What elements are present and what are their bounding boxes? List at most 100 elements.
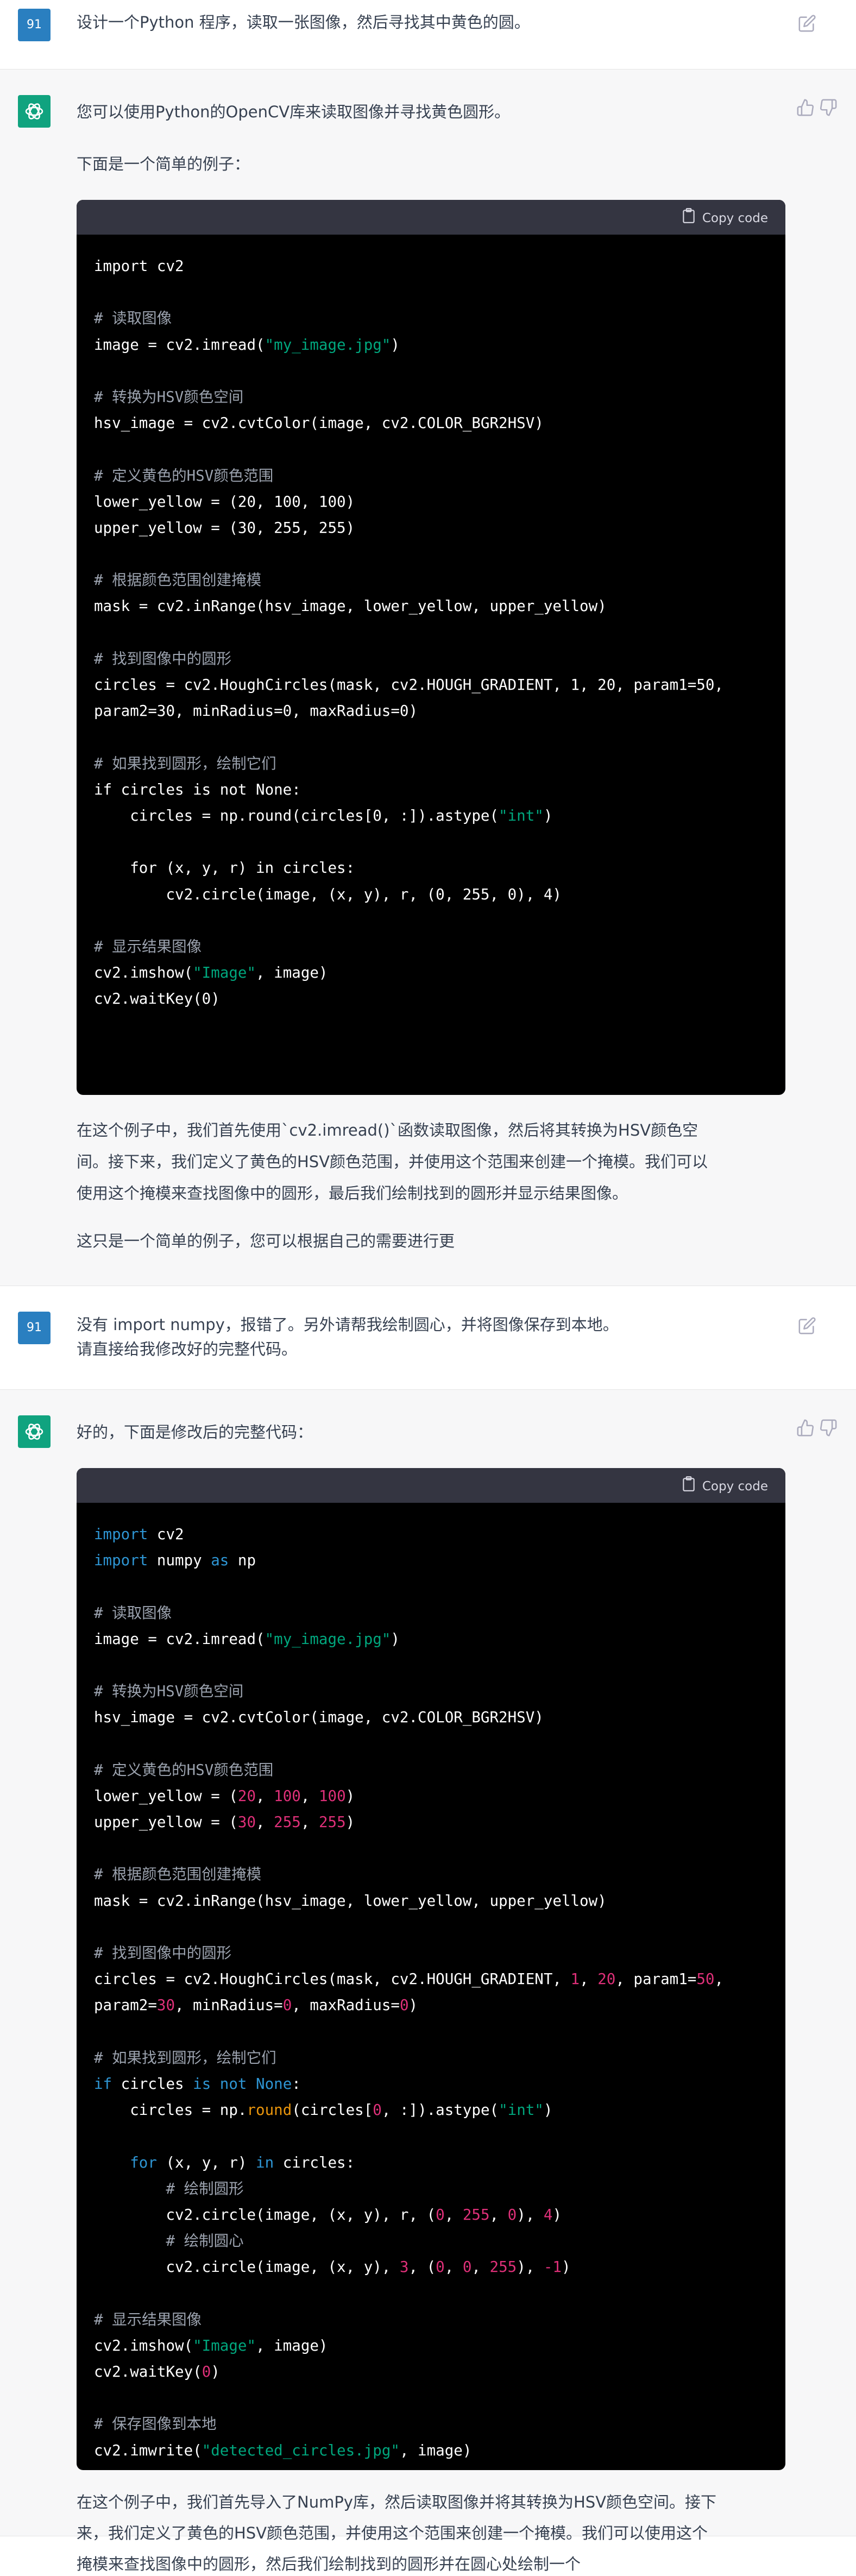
- code-line: import cv2: [94, 257, 184, 275]
- assistant-lead: 下面是一个简单的例子：: [77, 155, 250, 173]
- code-line: if circles is not None:: [94, 2075, 301, 2093]
- assistant-message-2: 好的，下面是修改后的完整代码： Copy code import cv2 impo…: [0, 1390, 856, 2573]
- code-line: # 找到图像中的圆形: [94, 650, 232, 667]
- clipboard-icon: [682, 1476, 696, 1498]
- code-line: circles = cv2.HoughCircles(mask, cv2.HOU…: [94, 676, 723, 694]
- code-line: cv2.imshow("Image", image): [94, 2336, 328, 2354]
- user-message-text: 设计一个Python 程序，读取一张图像，然后寻找其中黄色的圆。: [77, 13, 530, 32]
- code-line: param2=30, minRadius=0, maxRadius=0): [94, 702, 418, 720]
- assistant-message-1-tail: 这只是一个简单的例子，您可以根据自己的需要进行更: [0, 1218, 856, 1286]
- code-line: cv2.waitKey(0): [94, 990, 220, 1008]
- code-line: mask = cv2.inRange(hsv_image, lower_yell…: [94, 1892, 607, 1910]
- code-line: for (x, y, r) in circles:: [94, 859, 355, 877]
- code-line: # 定义黄色的HSV颜色范围: [94, 1761, 274, 1779]
- thumbs-up-icon[interactable]: [796, 1419, 815, 1437]
- code-line: upper_yellow = (30, 255, 255): [94, 519, 355, 537]
- code-line: # 转换为HSV颜色空间: [94, 1683, 244, 1700]
- code-line: import numpy as np: [94, 1552, 256, 1570]
- code-line: # 保存图像到本地: [94, 2415, 217, 2433]
- openai-logo-icon: [25, 1424, 43, 1440]
- code-line: import cv2: [94, 1526, 184, 1543]
- user-message-2: 91 没有 import numpy，报错了。另外请帮我绘制圆心，并将图像保存到…: [0, 1286, 856, 1390]
- copy-code-button[interactable]: Copy code: [682, 207, 768, 227]
- copy-code-label: Copy code: [702, 211, 768, 225]
- code-line: cv2.imwrite("detected_circles.jpg", imag…: [94, 2441, 472, 2459]
- code-line: image = cv2.imread("my_image.jpg"): [94, 1630, 400, 1648]
- assistant-avatar: [18, 95, 51, 128]
- code-line: # 读取图像: [94, 310, 172, 327]
- explanation-line-2: 间。接下来，我们定义了黄色的HSV颜色范围，并使用这个范围来创建一个掩模。我们可…: [77, 1152, 708, 1171]
- code-line: # 读取图像: [94, 1604, 172, 1622]
- code-line: image = cv2.imread("my_image.jpg"): [94, 336, 400, 354]
- user-message-line-2: 请直接给我修改好的完整代码。: [77, 1340, 298, 1358]
- code-line: hsv_image = cv2.cvtColor(image, cv2.COLO…: [94, 414, 544, 432]
- edit-icon[interactable]: [798, 14, 816, 33]
- explanation-line-3: 掩模来查找图像中的圆形，然后我们绘制找到的圆形并在圆心处绘制一个: [77, 2555, 581, 2573]
- code-line: # 显示结果图像: [94, 937, 202, 955]
- thumbs-down-icon[interactable]: [819, 1419, 838, 1437]
- copy-code-label: Copy code: [702, 1479, 768, 1494]
- thumbs-down-icon[interactable]: [819, 98, 838, 117]
- code-content: import cv2 import numpy as np # 读取图像 image …: [77, 1503, 785, 2464]
- code-line: # 找到图像中的圆形: [94, 1944, 232, 1962]
- code-line: circles = np.round(circles[0, :]).astype…: [94, 2101, 553, 2119]
- user-message-line-1: 没有 import numpy，报错了。另外请帮我绘制圆心，并将图像保存到本地。: [77, 1315, 619, 1334]
- code-line: upper_yellow = (30, 255, 255): [94, 1813, 355, 1831]
- code-line: cv2.circle(image, (x, y), r, (0, 255, 0)…: [94, 2206, 562, 2224]
- thumbs-up-icon[interactable]: [796, 98, 815, 117]
- code-block-2: Copy code import cv2 import numpy as np # …: [77, 1468, 785, 2470]
- code-line: # 定义黄色的HSV颜色范围: [94, 467, 274, 484]
- code-line: param2=30, minRadius=0, maxRadius=0): [94, 1996, 418, 2014]
- openai-logo-icon: [25, 103, 43, 119]
- explanation-paragraph-2: 这只是一个简单的例子，您可以根据自己的需要进行更: [77, 1232, 455, 1250]
- code-line: mask = cv2.inRange(hsv_image, lower_yell…: [94, 597, 607, 615]
- code-line: cv2.imshow("Image", image): [94, 964, 328, 982]
- code-line: # 显示结果图像: [94, 2310, 202, 2328]
- user-avatar: 91: [18, 9, 51, 41]
- code-line: cv2.circle(image, (x, y), 3, (0, 0, 255)…: [94, 2258, 571, 2276]
- explanation-line-1: 在这个例子中，我们首先导入了NumPy库，然后读取图像并将其转换为HSV颜色空间…: [77, 2493, 717, 2511]
- code-line: if circles is not None:: [94, 780, 301, 798]
- code-line: circles = np.round(circles[0, :]).astype…: [94, 807, 553, 824]
- code-content: import cv2 # 读取图像 image = cv2.imread("my_i…: [77, 235, 785, 1012]
- code-line: lower_yellow = (20, 100, 100): [94, 1787, 355, 1805]
- clipboard-icon: [682, 207, 696, 230]
- user-message-1: 91 设计一个Python 程序，读取一张图像，然后寻找其中黄色的圆。: [0, 0, 856, 70]
- code-block-1: Copy code import cv2 # 读取图像 image = cv2.im…: [77, 200, 785, 1095]
- explanation-line-1: 在这个例子中，我们首先使用`cv2.imread()`函数读取图像，然后将其转换…: [77, 1121, 698, 1139]
- copy-code-button[interactable]: Copy code: [682, 1476, 768, 1495]
- explanation-line-2: 来，我们定义了黄色的HSV颜色范围，并使用这个范围来创建一个掩模。我们可以使用这…: [77, 2524, 708, 2542]
- user-avatar: 91: [18, 1312, 51, 1344]
- code-line: # 如果找到圆形，绘制它们: [94, 2049, 276, 2067]
- code-line: circles = cv2.HoughCircles(mask, cv2.HOU…: [94, 1970, 724, 1988]
- code-line: # 绘制圆形: [166, 2180, 244, 2197]
- explanation-line-3: 使用这个掩模来查找图像中的圆形，最后我们绘制找到的圆形并显示结果图像。: [77, 1184, 628, 1202]
- code-header: Copy code: [77, 200, 785, 235]
- edit-icon[interactable]: [798, 1317, 816, 1335]
- code-line: # 根据颜色范围创建掩模: [94, 571, 262, 589]
- code-line: # 根据颜色范围创建掩模: [94, 1866, 262, 1884]
- code-line: # 绘制圆心: [166, 2232, 244, 2250]
- code-line: hsv_image = cv2.cvtColor(image, cv2.COLO…: [94, 1709, 544, 1727]
- assistant-intro: 您可以使用Python的OpenCV库来读取图像并寻找黄色圆形。: [77, 103, 511, 121]
- code-line: lower_yellow = (20, 100, 100): [94, 493, 355, 511]
- code-line: # 转换为HSV颜色空间: [94, 388, 244, 406]
- code-line: # 如果找到圆形，绘制它们: [94, 754, 276, 772]
- code-line: for (x, y, r) in circles:: [130, 2153, 355, 2171]
